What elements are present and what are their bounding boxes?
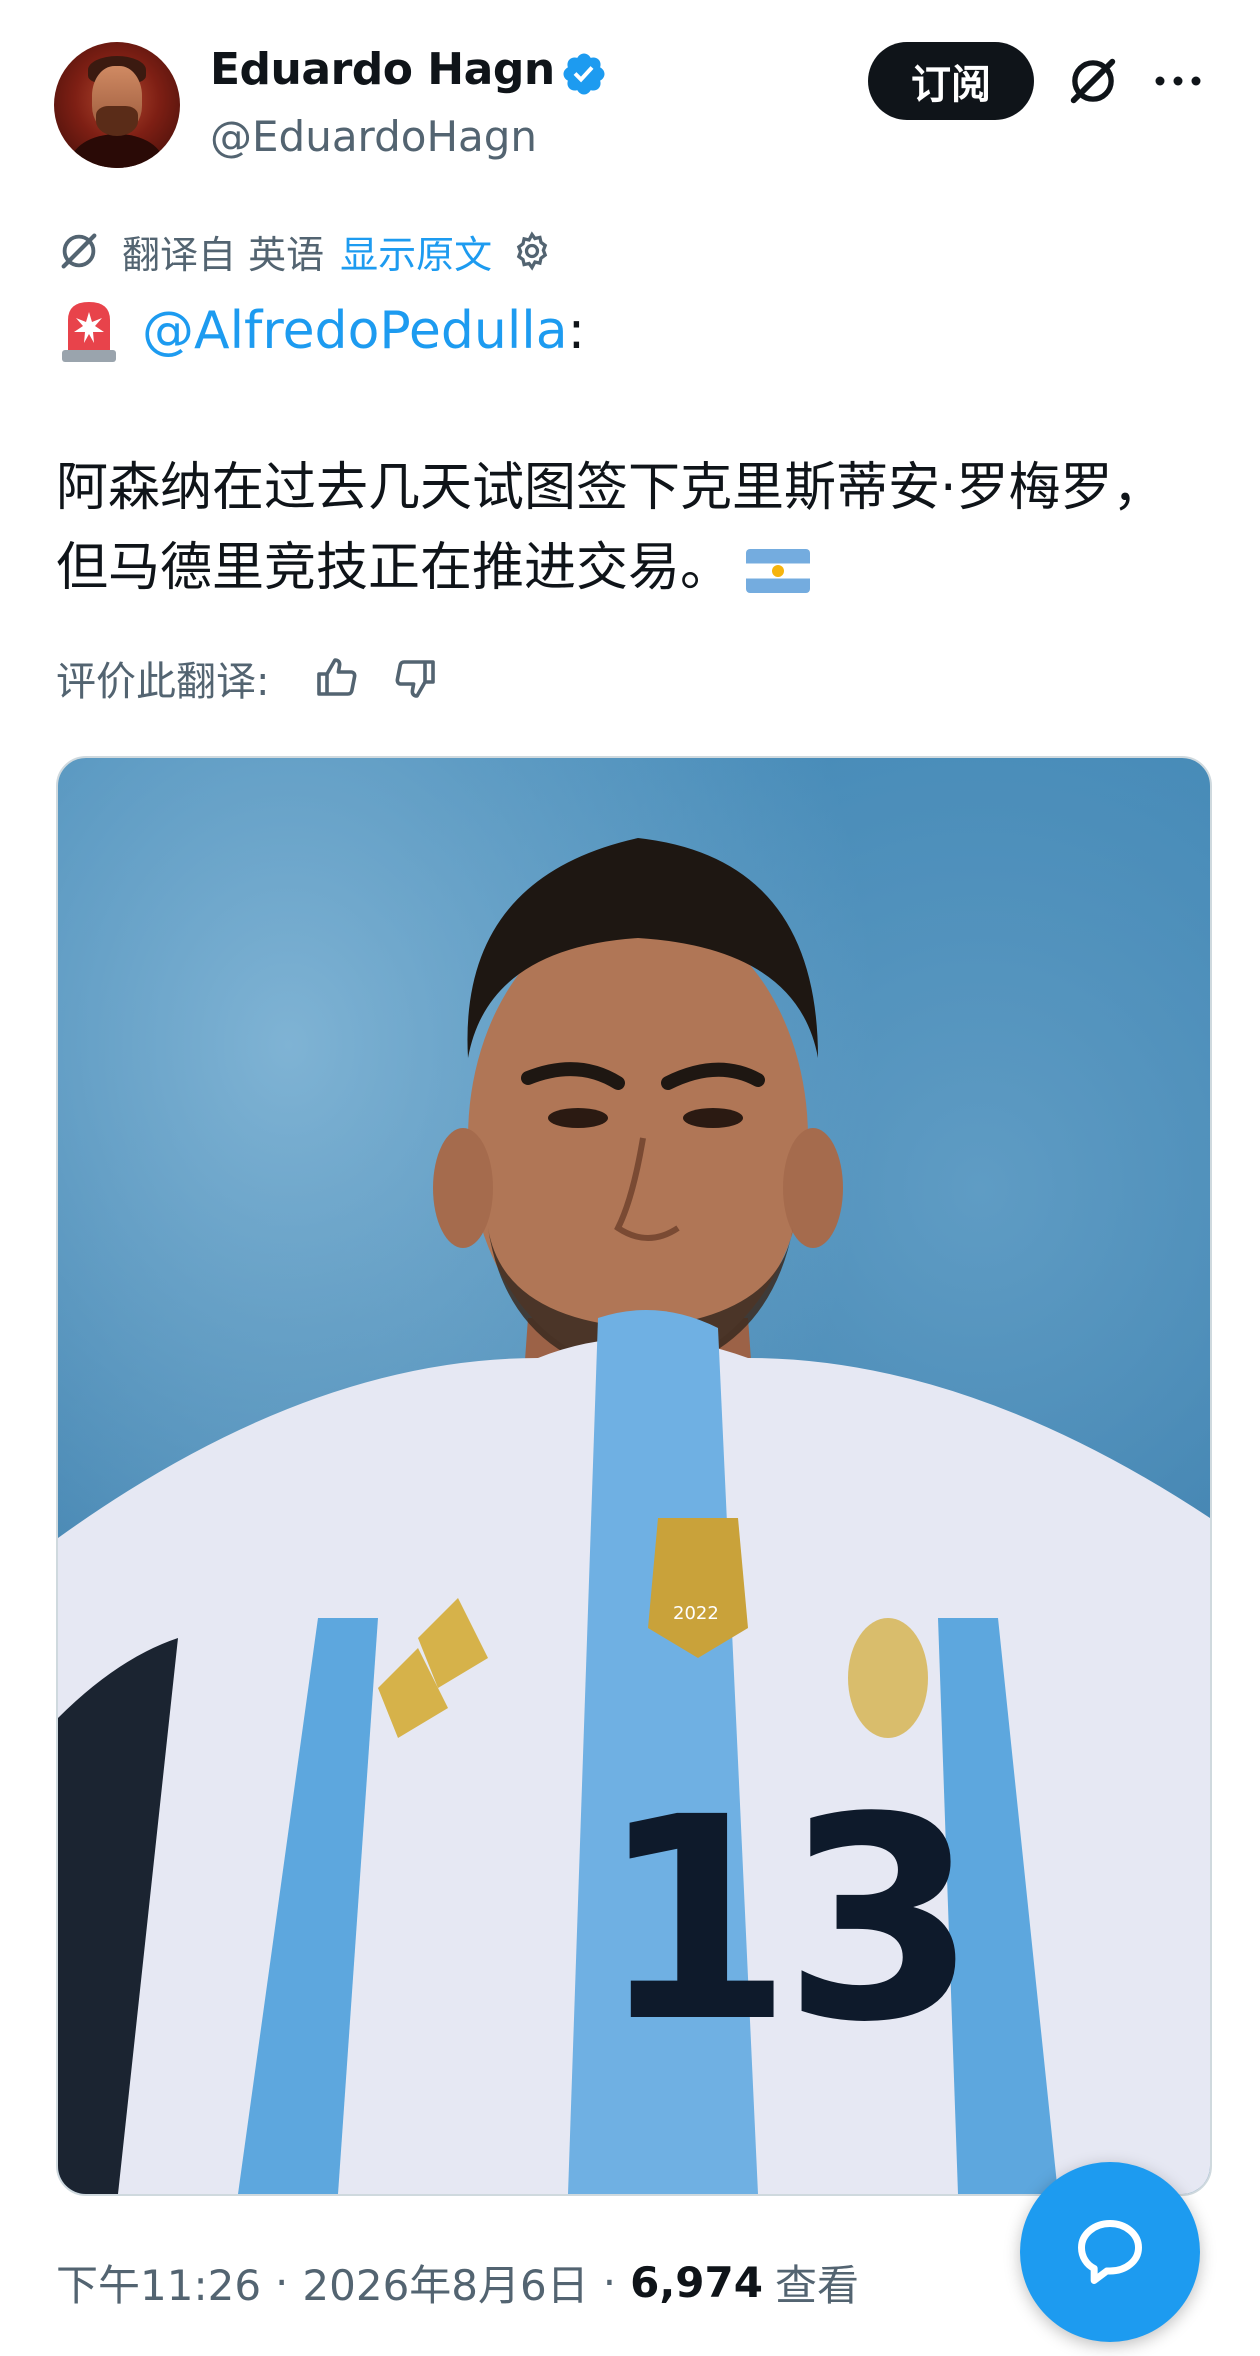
tweet-text-line-1: 阿森纳在过去几天试图签下克里斯蒂安·罗梅罗， xyxy=(56,458,1165,518)
tweet-media-image[interactable]: 13 2022 xyxy=(56,756,1212,2196)
reply-compose-button[interactable] xyxy=(1020,2162,1200,2342)
thumbs-down-icon[interactable] xyxy=(391,654,439,702)
meta-separator: · xyxy=(602,2257,617,2307)
tweet-time[interactable]: 下午11:26 xyxy=(56,2252,261,2313)
translation-row: 翻译自 英语 显示原文 xyxy=(56,224,554,279)
avatar[interactable] xyxy=(54,42,180,168)
argentina-flag-icon xyxy=(746,549,811,593)
translated-from-label: 翻译自 英语 xyxy=(122,232,325,277)
views-label: 查看 xyxy=(774,2260,859,2310)
views-count[interactable]: 6,974 xyxy=(630,2258,763,2307)
tweet-detail-page: Eduardo Hagn @EduardoHagn 订阅 翻译自 英语 显示原文 xyxy=(0,0,1260,2356)
tweet-text-line-2: 但马德里竞技正在推进交易。 xyxy=(56,538,733,598)
mention-link[interactable]: @AlfredoPedulla xyxy=(142,301,568,361)
tweet-text-line-2-wrap: 但马德里竞技正在推进交易。 xyxy=(56,528,1216,608)
author-handle[interactable]: @EduardoHagn xyxy=(210,112,537,161)
verified-badge-icon xyxy=(563,53,605,95)
tweet-date[interactable]: 2026年8月6日 xyxy=(302,2252,588,2313)
show-original-link[interactable]: 显示原文 xyxy=(340,224,492,279)
mention-row: @AlfredoPedulla : xyxy=(56,296,585,366)
grok-icon[interactable] xyxy=(1064,52,1122,110)
badge-year: 2022 xyxy=(673,1603,719,1624)
mention-suffix: : xyxy=(567,301,586,361)
meta-separator: · xyxy=(275,2257,289,2307)
translate-icon xyxy=(61,233,97,269)
subscribe-button[interactable]: 订阅 xyxy=(868,42,1034,120)
tweet-text: 阿森纳在过去几天试图签下克里斯蒂安·罗梅罗， 但马德里竞技正在推进交易。 xyxy=(56,448,1216,608)
author-display-name[interactable]: Eduardo Hagn xyxy=(210,44,555,95)
jersey-number: 13 xyxy=(598,1758,978,2084)
siren-emoji-icon xyxy=(62,302,116,362)
chat-bubble-icon xyxy=(1078,2220,1142,2284)
gear-icon[interactable] xyxy=(510,229,554,273)
rate-translation-row: 评价此翻译: xyxy=(56,648,439,708)
tweet-meta: 下午11:26 · 2026年8月6日 · 6,974 查看 xyxy=(56,2252,859,2312)
more-dots-icon[interactable] xyxy=(1150,66,1206,96)
thumbs-up-icon[interactable] xyxy=(313,654,361,702)
rate-translation-label: 评价此翻译: xyxy=(56,659,270,705)
